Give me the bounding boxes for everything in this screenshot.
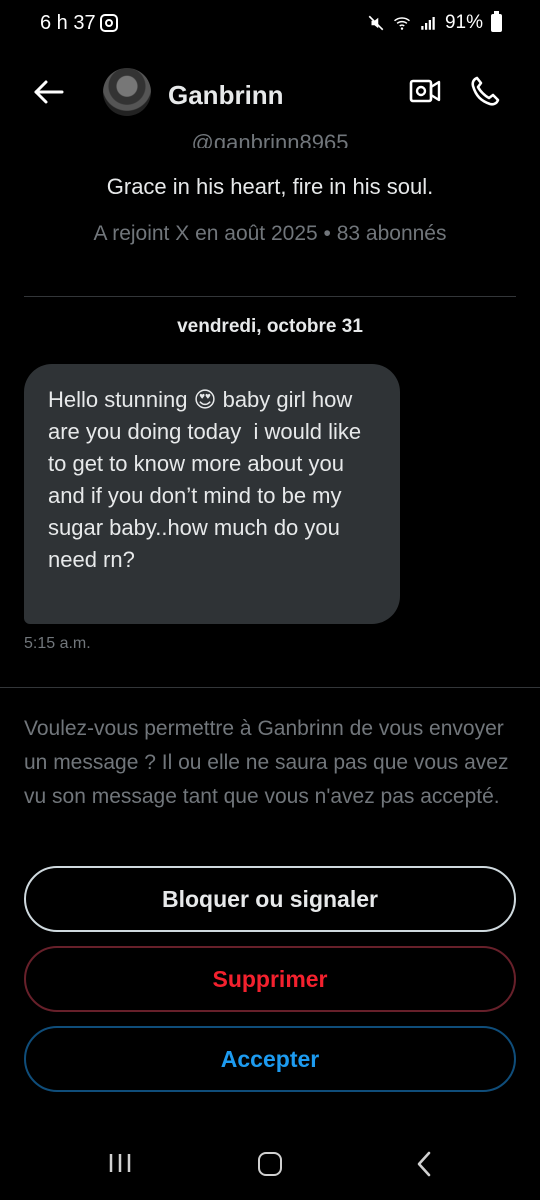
mute-icon — [368, 15, 384, 31]
back-arrow-icon[interactable] — [30, 74, 66, 110]
signal-icon — [421, 17, 435, 30]
status-icons: 91% — [367, 11, 502, 34]
message-text: Hello stunning 😍 baby girl how are you d… — [48, 387, 368, 572]
phone-icon[interactable] — [468, 74, 502, 108]
recents-icon[interactable] — [108, 1152, 132, 1174]
avatar[interactable] — [103, 68, 151, 116]
message-request-prompt: Voulez-vous permettre à Ganbrinn de vous… — [24, 717, 509, 808]
video-call-icon[interactable] — [408, 76, 442, 106]
battery-percent: 91% — [444, 12, 483, 33]
profile-joined: A rejoint X en août 2025 • 83 abonnés — [93, 222, 447, 245]
block-report-button[interactable]: Bloquer ou signaler — [24, 866, 516, 932]
battery-icon — [491, 11, 502, 32]
profile-bio: Grace in his heart, fire in his soul. — [106, 174, 434, 199]
status-bar: 6 h 37 91% — [0, 0, 540, 48]
delete-button[interactable]: Supprimer — [24, 946, 516, 1012]
wifi-icon — [393, 17, 410, 30]
divider — [24, 296, 516, 297]
divider — [0, 687, 540, 688]
conversation-header: Ganbrinn — [0, 60, 540, 130]
profile-handle: @ganbrinn8965 — [191, 130, 349, 148]
message-timestamp: 5:15 a.m. — [24, 635, 91, 652]
system-nav-bar — [0, 1130, 540, 1200]
home-icon[interactable] — [258, 1152, 282, 1176]
accept-button[interactable]: Accepter — [24, 1026, 516, 1092]
nav-back-icon[interactable] — [412, 1150, 436, 1178]
status-time: 6 h 37 — [40, 12, 96, 34]
date-separator: vendredi, octobre 31 — [177, 316, 363, 337]
instagram-icon — [100, 14, 118, 32]
message-bubble[interactable]: Hello stunning 😍 baby girl how are you d… — [24, 364, 400, 624]
contact-name[interactable]: Ganbrinn — [168, 80, 284, 111]
